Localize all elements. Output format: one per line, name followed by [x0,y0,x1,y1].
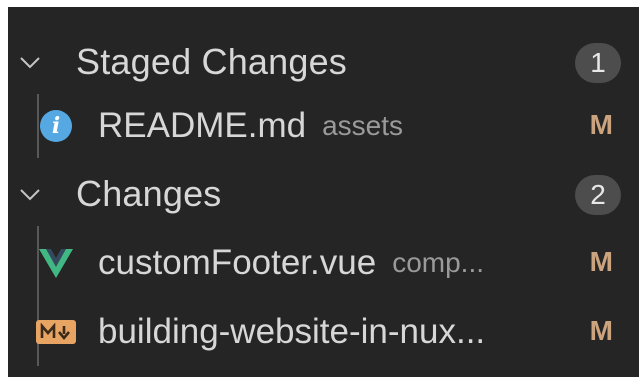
file-status-modified: M [589,109,613,140]
file-directory: comp... [392,247,485,278]
staged-changes-title: Staged Changes [76,41,348,82]
file-item-readme[interactable]: i README.md assets M [8,94,639,158]
window-top-edge [8,0,639,7]
vue-icon [36,243,76,283]
file-name: README.md [98,106,307,145]
chevron-down-icon[interactable] [18,50,42,74]
source-control-panel: Staged Changes 1 i README.md assets M Ch… [8,7,639,377]
markdown-icon [36,312,76,352]
changes-header[interactable]: Changes 2 [8,162,639,226]
file-name: building-website-in-nux... [98,312,486,351]
file-item-custom-footer[interactable]: customFooter.vue comp... M [8,231,639,295]
chevron-down-icon[interactable] [18,182,42,206]
changes-title: Changes [76,173,222,214]
file-status-modified: M [589,246,613,277]
changes-count-badge: 2 [575,175,621,215]
file-status-modified: M [589,315,613,346]
staged-changes-header[interactable]: Staged Changes 1 [8,30,639,94]
staged-count-badge: 1 [575,43,621,83]
file-item-building-website[interactable]: building-website-in-nux... M [8,300,639,364]
info-icon: i [36,106,76,146]
file-directory: assets [322,110,404,141]
file-name: customFooter.vue [98,243,377,282]
